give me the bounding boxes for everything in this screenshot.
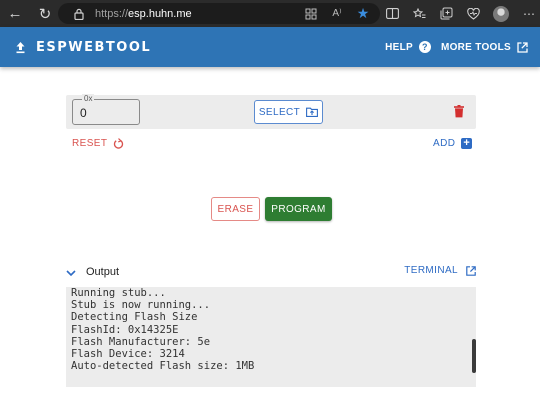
url-host: esp.huhn.me [128, 7, 192, 20]
upload-icon [14, 40, 26, 54]
console-line: Auto-detected Flash size: 1MB [71, 360, 255, 373]
console-scrollbar[interactable] [472, 339, 476, 373]
add-partition-button[interactable]: ADD + [433, 138, 473, 149]
more-tools-label: MORE TOOLS [440, 41, 511, 53]
open-external-icon [466, 265, 476, 276]
terminal-button[interactable]: TERMINAL [404, 265, 476, 276]
profile-avatar[interactable] [493, 5, 509, 22]
external-link-icon [517, 41, 528, 53]
partition-row: 0x 0 SELECT [66, 94, 476, 129]
add-label: ADD [433, 138, 456, 149]
app-title: ESPWEBTOOL [36, 39, 152, 55]
favorite-star-icon[interactable]: ★ [356, 5, 370, 21]
console-line: Running stub... [71, 287, 166, 299]
reset-label: RESET [72, 138, 108, 149]
reset-button[interactable]: RESET [72, 138, 124, 149]
app-available-icon[interactable] [304, 7, 318, 21]
select-file-button[interactable]: SELECT [254, 100, 323, 124]
help-link[interactable]: HELP ? [385, 41, 431, 53]
browser-essentials-icon[interactable] [466, 7, 480, 21]
more-tools-link[interactable]: MORE TOOLS [441, 42, 528, 53]
program-button[interactable]: PROGRAM [265, 197, 332, 221]
reset-icon [113, 138, 124, 149]
browser-toolbar: ← ↻ https://esp.huhn.me A⁾ ★ ⋯ [0, 0, 540, 27]
more-options-icon[interactable]: ⋯ [522, 7, 536, 21]
chevron-down-icon[interactable] [66, 268, 76, 278]
terminal-label: TERMINAL [404, 265, 458, 276]
delete-trash-icon[interactable] [454, 105, 464, 118]
help-icon: ? [418, 41, 431, 53]
offset-input[interactable]: 0x 0 [72, 94, 140, 125]
lock-icon [72, 7, 86, 21]
url-protocol: https:// [95, 7, 129, 20]
back-arrow-icon[interactable]: ← [4, 3, 26, 25]
console-line: Flash Manufacturer: 5e [71, 335, 211, 348]
console-line: FlashId: 0x14325E [71, 323, 179, 336]
url-text: https://esp.huhn.me [95, 8, 192, 20]
folder-upload-icon [306, 107, 319, 117]
console-lines: Running stub... Stub is now running... D… [71, 287, 254, 372]
help-label: HELP [385, 41, 413, 53]
favorites-list-icon[interactable] [412, 7, 426, 21]
refresh-icon[interactable]: ↻ [34, 3, 56, 25]
console-output[interactable]: Running stub... Stub is now running... D… [66, 287, 476, 387]
offset-label: 0x [82, 94, 95, 104]
offset-value: 0 [80, 106, 87, 120]
add-plus-icon: + [461, 138, 473, 149]
read-aloud-icon[interactable]: A⁾ [330, 7, 344, 21]
console-line: Detecting Flash Size [71, 311, 198, 324]
erase-button[interactable]: ERASE [211, 197, 260, 221]
console-line: Stub is now running... [71, 299, 211, 312]
collections-icon[interactable] [439, 7, 453, 21]
console-line: Flash Device: 3214 [71, 348, 185, 361]
output-title: Output [86, 266, 120, 278]
split-screen-icon[interactable] [385, 7, 399, 21]
select-label: SELECT [258, 106, 301, 118]
output-header[interactable]: Output TERMINAL [66, 264, 476, 282]
address-bar[interactable]: https://esp.huhn.me A⁾ ★ [58, 3, 380, 24]
app-header: ESPWEBTOOL HELP ? MORE TOOLS [0, 27, 540, 67]
